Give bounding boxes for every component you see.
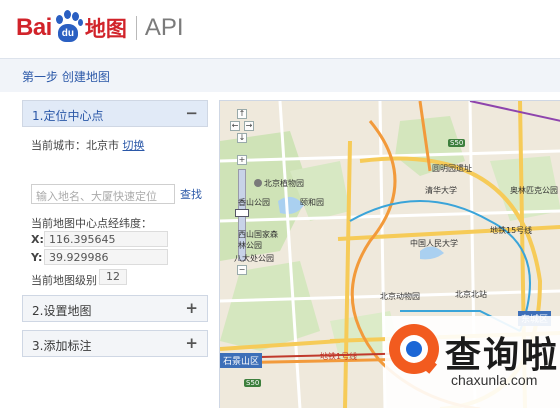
center-coords-label: 当前地图中心点经纬度： [31,217,152,230]
section-label: 2.设置地图 [32,304,92,318]
zoom-level-label: 当前地图级别： [31,274,108,287]
highway-shield: S50 [244,379,262,387]
zoom-level-field[interactable]: 12 [99,269,127,285]
baidu-map-api-logo[interactable]: Bai du 地图 API [16,8,184,48]
pan-left-button[interactable]: ← [230,121,240,131]
logo-separator [135,16,137,40]
pan-down-button[interactable]: ↓ [237,133,247,143]
pan-up-button[interactable]: ↑ [237,109,247,119]
current-city-row: 当前城市：北京市 切换 [31,137,145,153]
map-navigation-control[interactable]: ↑ ← → ↓ + − [230,109,254,309]
zoom-out-button[interactable]: − [237,265,247,275]
x-value-field[interactable]: 116.395645 [44,231,168,247]
logo-bai-text: Bai [16,14,52,41]
map-label: 八大处公园 [234,254,274,263]
step-bar: 第一步 创建地图 [0,58,560,92]
section-locate-center-header[interactable]: 1.定位中心点 − [22,100,208,127]
map-label: 西山国家森林公园 [238,230,278,250]
paw-icon: du [53,10,83,46]
map-label: 北京植物园 [264,179,304,188]
map-label: 地铁1号线 [320,352,358,361]
map-label: 北京北站 [455,290,487,299]
logo-du-text: du [57,24,78,42]
section-locate-center-panel: 当前城市：北京市 切换 输入地名、大厦快速定位 查找 当前地图中心点经纬度： X… [22,127,208,287]
district-label: 石景山区 [220,353,263,368]
switch-city-link[interactable]: 切换 [123,139,145,152]
x-label: X: [31,233,44,246]
map-label: 地铁15号线 [490,226,533,235]
map-label: 中国人民大学 [410,239,458,248]
step-title: 第一步 创建地图 [22,70,110,84]
watermark-text: 查询啦 [445,335,560,376]
zoom-in-button[interactable]: + [237,155,247,165]
watermark: 查询啦 chaxunla.com [385,316,560,408]
map-label: 奥林匹克公园 [510,186,558,195]
watermark-logo-icon [389,324,439,374]
map-label: 颐和园 [300,198,324,207]
logo-api-text: API [144,14,184,41]
search-button[interactable]: 查找 [180,186,202,202]
map-label: 圆明园遗址 [432,164,472,173]
header: Bai du 地图 API [0,0,560,58]
current-city-label: 当前城市：北京市 [31,139,119,152]
section-label: 1.定位中心点 [32,109,104,123]
zoom-slider-thumb[interactable] [235,209,249,217]
map-label: 北京动物园 [380,292,420,301]
section-set-map-header[interactable]: 2.设置地图 + [22,295,208,322]
logo-ditu-text: 地图 [84,17,127,41]
watermark-url: chaxunla.com [451,372,538,388]
park-poi-icon [254,179,262,187]
section-label: 3.添加标注 [32,339,92,353]
collapse-icon[interactable]: − [185,104,198,122]
search-input[interactable]: 输入地名、大厦快速定位 [31,184,175,204]
map-label: 清华大学 [425,186,457,195]
y-value-field[interactable]: 39.929986 [44,249,168,265]
sidebar: 1.定位中心点 − 当前城市：北京市 切换 输入地名、大厦快速定位 查找 当前地… [22,100,208,357]
pan-right-button[interactable]: → [244,121,254,131]
map-label: 香山公园 [238,198,270,207]
expand-icon[interactable]: + [185,299,198,317]
expand-icon[interactable]: + [185,334,198,352]
section-add-marker-header[interactable]: 3.添加标注 + [22,330,208,357]
highway-shield: S50 [448,139,466,147]
y-label: Y: [31,251,43,264]
